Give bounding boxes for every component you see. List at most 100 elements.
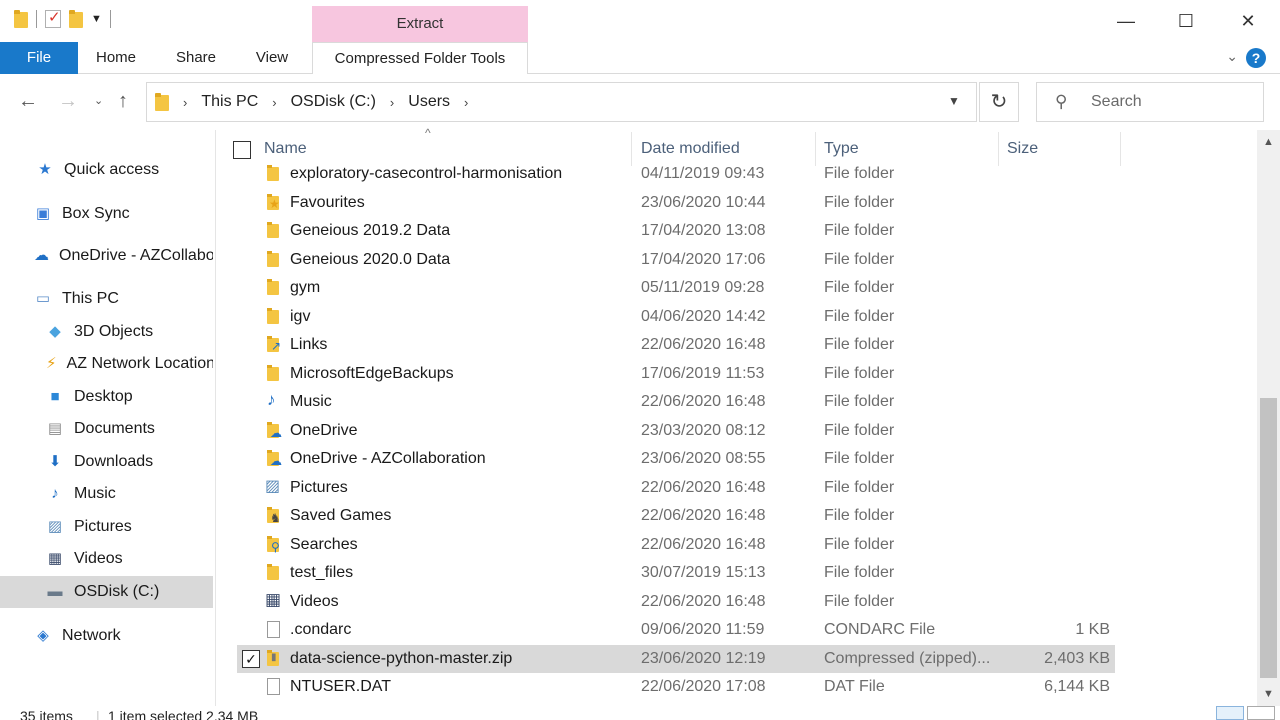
address-dropdown-icon[interactable]: ▼ — [948, 94, 960, 108]
file-size — [997, 559, 1110, 587]
table-row[interactable]: NTUSER.DAT 22/06/2020 17:08 DAT File 6,144 … — [237, 673, 1115, 701]
sidebar-item-box-sync[interactable]: ▣ Box Sync — [0, 198, 213, 230]
table-row[interactable]: gym 05/11/2019 09:28 File folder — [237, 274, 1115, 302]
tab-share[interactable]: Share — [162, 42, 230, 74]
table-row[interactable]: ☁ OneDrive 23/03/2020 08:12 File folder — [237, 417, 1115, 445]
chevron-right-icon[interactable]: › — [183, 95, 187, 110]
help-icon[interactable]: ? — [1246, 48, 1266, 68]
breadcrumb-this-pc[interactable]: This PC — [201, 93, 258, 111]
sidebar-item-network[interactable]: ◈ Network — [0, 620, 213, 652]
chevron-right-icon[interactable]: › — [464, 95, 468, 110]
new-folder-icon[interactable] — [69, 10, 83, 28]
sidebar-item-az-network[interactable]: ⚡ AZ Network Locations — [0, 348, 213, 380]
sidebar-item-downloads[interactable]: ⬇ Downloads — [0, 446, 213, 478]
row-checkbox[interactable]: ✓ — [242, 649, 260, 668]
folder-icon — [265, 364, 283, 383]
sidebar-item-pictures[interactable]: ▨ Pictures — [0, 511, 213, 543]
table-row[interactable]: exploratory-casecontrol-harmonisation 04/… — [237, 160, 1115, 188]
search-input[interactable]: ⚲ Search — [1036, 82, 1264, 122]
large-icons-view-button[interactable] — [1247, 706, 1275, 720]
sidebar-item-documents[interactable]: ▤ Documents — [0, 413, 213, 445]
tab-compressed-folder-tools[interactable]: Compressed Folder Tools — [312, 42, 528, 75]
table-row[interactable]: ↗ Links 22/06/2020 16:48 File folder — [237, 331, 1115, 359]
chevron-right-icon[interactable]: › — [272, 95, 276, 110]
sidebar-item-label: Desktop — [74, 388, 133, 405]
tab-file[interactable]: File — [0, 42, 78, 74]
customize-toolbar-icon[interactable]: ▼ — [91, 13, 102, 25]
table-row[interactable]: test_files 30/07/2019 15:13 File folder — [237, 559, 1115, 587]
table-row[interactable]: .condarc 09/06/2020 11:59 CONDARC File 1 KB — [237, 616, 1115, 644]
file-date-modified: 22/06/2020 16:48 — [641, 592, 766, 610]
sidebar-item-onedrive[interactable]: ☁ OneDrive - AZCollaboration — [0, 240, 213, 272]
table-row[interactable]: ✓ ▮ data-science-python-master.zip 23/06/20… — [237, 644, 1115, 673]
sidebar-item-label: Pictures — [74, 518, 132, 535]
file-date-modified: 17/04/2020 17:06 — [641, 250, 766, 268]
file-date-modified: 22/06/2020 16:48 — [641, 507, 766, 524]
tab-view[interactable]: View — [244, 42, 300, 74]
address-bar[interactable]: › This PC › OSDisk (C:) › Users › — [146, 82, 977, 122]
file-type: File folder — [824, 478, 895, 496]
sidebar-item-music[interactable]: ♪ Music — [0, 478, 213, 510]
sidebar-item-label: OSDisk (C:) — [74, 583, 160, 600]
forward-arrow-icon[interactable]: → — [58, 90, 78, 113]
close-button[interactable]: ✕ — [1218, 0, 1278, 42]
table-row[interactable]: Geneious 2020.0 Data 17/04/2020 17:06 File… — [237, 246, 1115, 274]
recent-locations-icon[interactable]: ⌄ — [94, 94, 103, 107]
table-row[interactable]: ♞ Saved Games 22/06/2020 16:48 File folder — [237, 502, 1115, 530]
folder-icon — [265, 250, 283, 269]
table-row[interactable]: Geneious 2019.2 Data 17/04/2020 13:08 File… — [237, 217, 1115, 245]
scroll-up-icon[interactable]: ▲ — [1257, 136, 1280, 148]
minimize-button[interactable]: — — [1096, 0, 1156, 42]
breadcrumb-osdisk[interactable]: OSDisk (C:) — [291, 93, 376, 111]
file-type: Compressed (zipped)... — [824, 649, 991, 667]
search-placeholder: Search — [1091, 93, 1142, 110]
table-row[interactable]: ▦ Videos 22/06/2020 16:48 File folder — [237, 588, 1115, 616]
breadcrumb-users[interactable]: Users — [408, 93, 450, 111]
searches-folder-icon: ⚲ — [265, 535, 283, 554]
scroll-down-icon[interactable]: ▼ — [1257, 688, 1280, 700]
details-view-button[interactable] — [1216, 706, 1244, 720]
back-arrow-icon[interactable]: ← — [18, 90, 38, 113]
star-icon: ★ — [38, 161, 52, 178]
file-name: Videos — [290, 592, 339, 610]
file-type: File folder — [824, 307, 895, 325]
file-type: File folder — [824, 592, 895, 610]
scrollbar-thumb[interactable] — [1260, 398, 1277, 678]
favourites-folder-icon: ★ — [267, 193, 280, 211]
file-date-modified: 04/11/2019 09:43 — [641, 165, 765, 182]
sidebar-item-this-pc[interactable]: ▭ This PC — [0, 283, 213, 315]
extract-context-tab: Extract — [312, 6, 528, 42]
up-arrow-icon[interactable]: ↑ — [118, 90, 128, 113]
table-row[interactable]: ☁ OneDrive - AZCollaboration 23/06/2020 08… — [237, 445, 1115, 473]
file-name: exploratory-casecontrol-harmonisation — [290, 165, 563, 182]
table-row[interactable]: ★ Favourites 23/06/2020 10:44 File folder — [237, 189, 1115, 217]
file-name: NTUSER.DAT — [290, 678, 392, 695]
title-bar: ▼ Extract — ☐ ✕ — [0, 0, 1280, 42]
maximize-button[interactable]: ☐ — [1156, 0, 1216, 42]
table-row[interactable]: igv 04/06/2020 14:42 File folder — [237, 303, 1115, 331]
selection-info: 1 item selected 2.34 MB — [108, 708, 259, 720]
sidebar-item-quick-access[interactable]: ★ Quick access — [0, 154, 213, 186]
file-date-modified: 22/06/2020 17:08 — [641, 678, 766, 695]
sidebar-item-osdisk[interactable]: ▬ OSDisk (C:) — [0, 576, 213, 608]
documents-icon: ▤ — [47, 420, 63, 437]
expand-ribbon-icon[interactable]: ⌄ — [1226, 48, 1238, 65]
properties-icon[interactable] — [45, 8, 61, 28]
table-row[interactable]: ▨ Pictures 22/06/2020 16:48 File folder — [237, 474, 1115, 502]
sidebar-item-desktop[interactable]: ■ Desktop — [0, 381, 213, 413]
table-row[interactable]: MicrosoftEdgeBackups 17/06/2019 11:53 File… — [237, 360, 1115, 388]
file-date-modified: 23/06/2020 10:44 — [641, 193, 766, 211]
sidebar-item-3d-objects[interactable]: ◆ 3D Objects — [0, 316, 213, 348]
refresh-button[interactable]: ↻ — [979, 82, 1019, 122]
chevron-right-icon[interactable]: › — [390, 95, 394, 110]
network-location-icon: ⚡ — [46, 355, 57, 372]
file-size — [997, 360, 1110, 388]
vertical-scrollbar[interactable]: ▲ ▼ — [1257, 130, 1280, 706]
table-row[interactable]: ♪ Music 22/06/2020 16:48 File folder — [237, 388, 1115, 416]
table-row[interactable]: ⚲ Searches 22/06/2020 16:48 File folder — [237, 531, 1115, 559]
select-all-checkbox[interactable] — [233, 141, 251, 159]
file-date-modified: 22/06/2020 16:48 — [641, 535, 766, 553]
tab-home[interactable]: Home — [84, 42, 148, 74]
sidebar-item-videos[interactable]: ▦ Videos — [0, 543, 213, 575]
file-type: File folder — [824, 450, 895, 467]
